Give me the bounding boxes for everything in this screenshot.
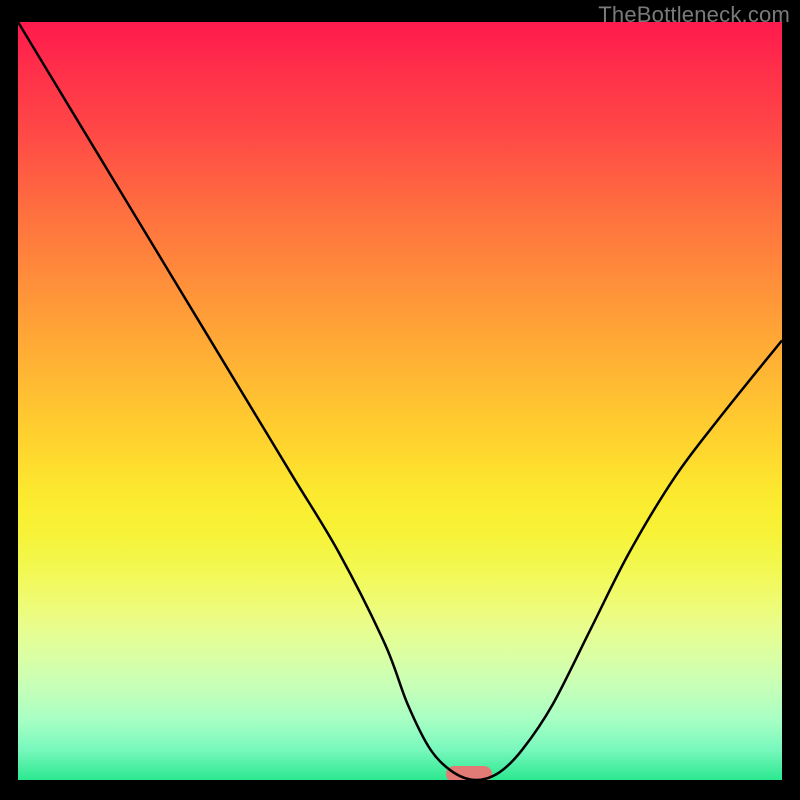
watermark-text: TheBottleneck.com	[598, 2, 790, 28]
chart-frame: TheBottleneck.com	[0, 0, 800, 800]
curve-path	[18, 22, 782, 780]
plot-area	[18, 22, 782, 780]
bottleneck-curve	[18, 22, 782, 780]
